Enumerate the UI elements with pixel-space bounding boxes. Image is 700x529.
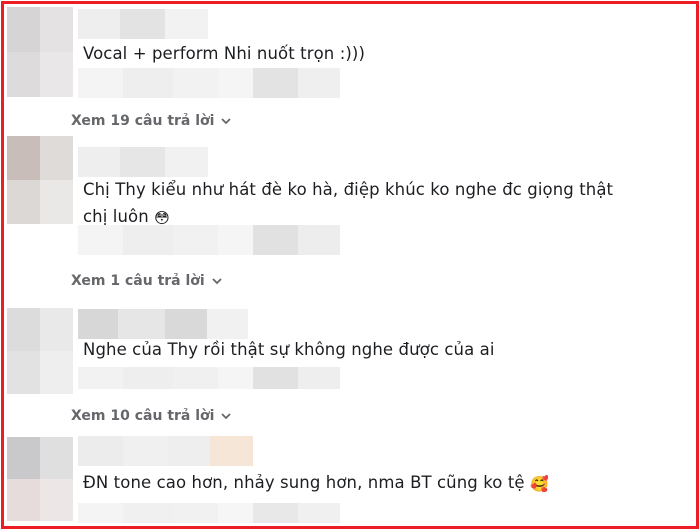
- chevron-down-icon: [221, 413, 232, 420]
- view-replies-link[interactable]: Xem 1 câu trả lời: [71, 273, 223, 289]
- view-replies-link[interactable]: Xem 10 câu trả lời: [71, 408, 232, 424]
- avatar[interactable]: [7, 308, 73, 394]
- avatar[interactable]: [7, 437, 73, 521]
- view-replies-link[interactable]: Xem 19 câu trả lời: [71, 113, 232, 129]
- comment-text: Vocal + perform Nhi nuốt trọn :))): [83, 44, 365, 63]
- comment-text: Chị Thy kiểu như hát đè ko hà, điệp khúc…: [83, 176, 628, 231]
- avatar[interactable]: [7, 136, 73, 224]
- comment-meta-blurred: [78, 503, 340, 523]
- comment-meta-blurred: [78, 225, 340, 255]
- commenter-name-blurred[interactable]: [78, 9, 208, 39]
- commenter-name-blurred[interactable]: [78, 309, 248, 339]
- chevron-down-icon: [221, 118, 232, 125]
- comment-meta-blurred: [78, 367, 340, 389]
- smiling-face-with-hearts-emoji-icon: 🥰: [530, 475, 549, 493]
- comment-text: Nghe của Thy rồi thật sự không nghe được…: [83, 340, 495, 359]
- commenter-name-blurred[interactable]: [78, 436, 253, 466]
- chevron-down-icon: [212, 278, 222, 285]
- comment-meta-blurred: [78, 68, 340, 98]
- comment-text: ĐN tone cao hơn, nhảy sung hơn, nma BT c…: [83, 469, 643, 497]
- commenter-name-blurred[interactable]: [78, 147, 208, 177]
- avatar[interactable]: [7, 7, 73, 97]
